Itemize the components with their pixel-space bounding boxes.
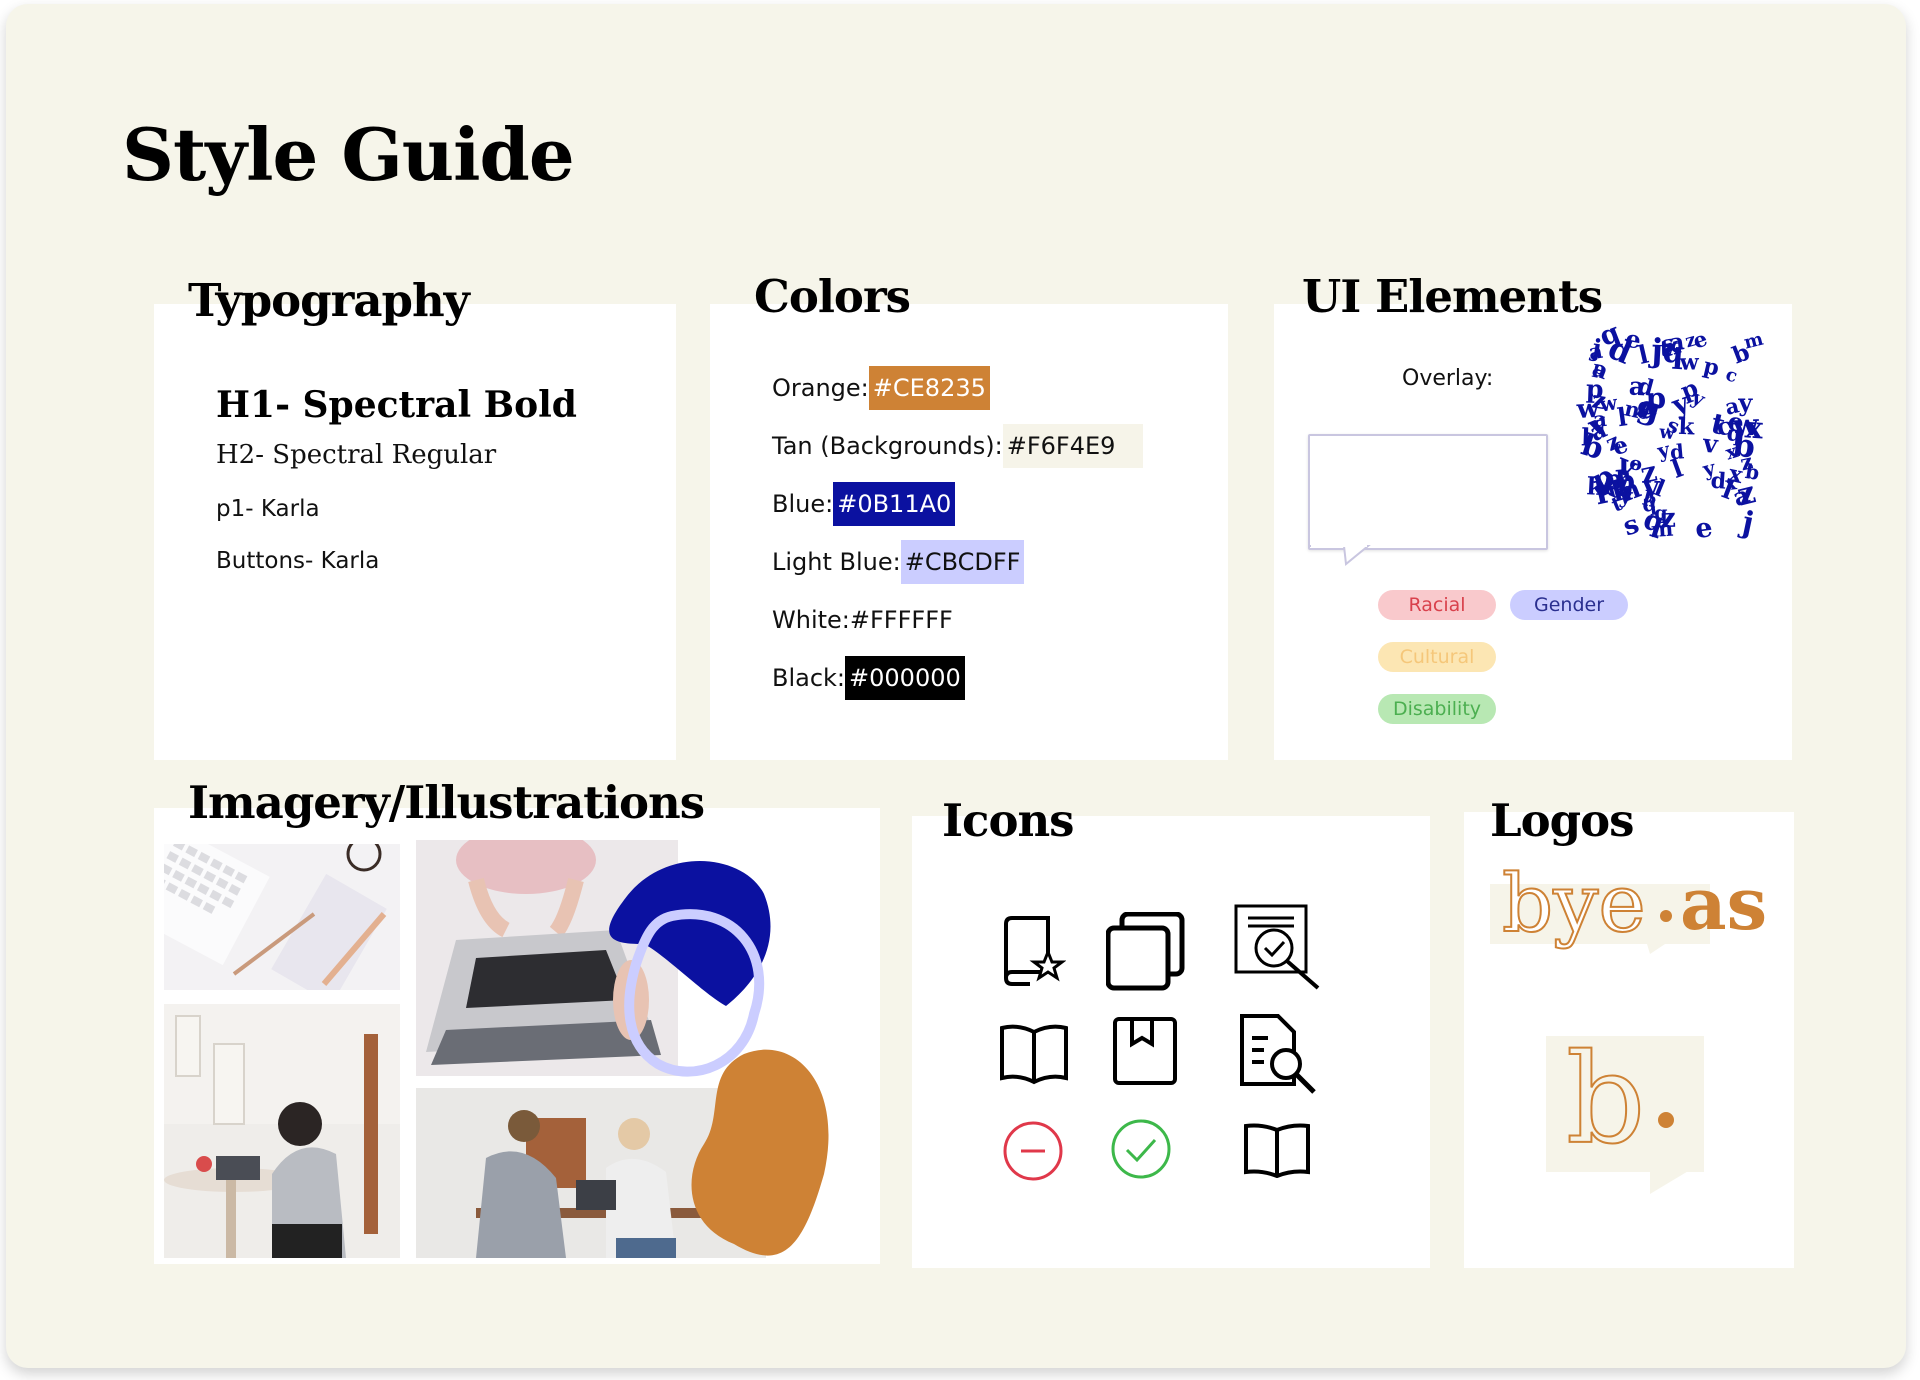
monogram-logo: b xyxy=(1546,1029,1706,1196)
white-swatch: #FFFFFF xyxy=(849,598,957,642)
color-label: White: xyxy=(772,606,850,634)
tag-disability[interactable]: Disability xyxy=(1378,694,1496,724)
style-guide-board: Style Guide H1- Spectral Bold H2- Spectr… xyxy=(6,4,1906,1368)
wordmark-dot xyxy=(1660,910,1672,922)
color-row-black: Black: #000000 xyxy=(772,656,965,700)
tag-gender[interactable]: Gender xyxy=(1510,590,1628,620)
svg-text:p: p xyxy=(1701,353,1722,382)
svg-text:l: l xyxy=(1635,340,1651,370)
tan-swatch: #F6F4E9 xyxy=(1002,424,1144,468)
svg-text:w: w xyxy=(1679,349,1700,375)
svg-text:s: s xyxy=(1620,509,1643,542)
color-label: Light Blue: xyxy=(772,548,901,576)
copy-icon xyxy=(1106,912,1185,991)
color-row-blue: Blue: #0B11A0 xyxy=(772,482,956,526)
color-row-orange: Orange: #CE8235 xyxy=(772,366,990,410)
colors-card: Orange: #CE8235 Tan (Backgrounds): #F6F4E9… xyxy=(710,304,1228,760)
color-label: Tan (Backgrounds): xyxy=(772,432,1003,460)
book-icon xyxy=(1244,1123,1310,1178)
svg-text:m: m xyxy=(1742,329,1766,354)
overlay-label: Overlay: xyxy=(1402,366,1494,391)
color-row-white: White:#FFFFFF xyxy=(772,598,957,642)
imagery-heading: Imagery/Illustrations xyxy=(188,776,705,829)
typography-h1-sample: H1- Spectral Bold xyxy=(216,384,577,426)
colors-heading: Colors xyxy=(754,270,911,323)
typography-card: H1- Spectral Bold H2- Spectral Regular p… xyxy=(154,304,676,760)
overlay-tail-icon xyxy=(1310,544,1371,566)
check-circle-icon xyxy=(1111,1119,1171,1179)
logos-card: bye as b xyxy=(1464,812,1794,1268)
abstract-blobs-graphic xyxy=(609,860,829,1256)
svg-text:l: l xyxy=(1581,422,1591,451)
light-blue-swatch: #CBCDFF xyxy=(900,540,1025,584)
page-title: Style Guide xyxy=(122,112,575,197)
document-search-icon xyxy=(1234,904,1320,990)
svg-text:w: w xyxy=(1657,422,1676,445)
typography-buttons-sample: Buttons- Karla xyxy=(216,548,380,574)
typography-p1-sample: p1- Karla xyxy=(216,496,320,522)
color-row-light-blue: Light Blue: #CBCDFF xyxy=(772,540,1025,584)
file-search-icon xyxy=(1240,1014,1316,1094)
overlay-box xyxy=(1308,434,1548,550)
letter-scatter-graphic: yqnndmyecqyjycpjazwxlptbtdqalpakszebjy x b… xyxy=(1575,326,1766,545)
blue-swatch: #0B11A0 xyxy=(833,482,956,526)
wordmark-part-2: as xyxy=(1680,861,1768,946)
minus-circle-icon xyxy=(1003,1121,1063,1181)
imagery-card xyxy=(154,808,880,1264)
monogram-dot xyxy=(1658,1112,1674,1128)
tag-cultural[interactable]: Cultural xyxy=(1378,642,1496,672)
monogram-letter: b xyxy=(1565,1028,1646,1172)
book-star-icon xyxy=(1003,916,1066,986)
wordmark-logo: bye as xyxy=(1484,857,1784,956)
orange-swatch: #CE8235 xyxy=(868,366,990,410)
bookmark-icon xyxy=(1113,1017,1177,1085)
icons-heading: Icons xyxy=(942,794,1075,847)
logos-heading: Logos xyxy=(1490,794,1634,847)
ui-elements-card: Overlay: yqnndmyecqyjycpjazwxlptbtdqalpa… xyxy=(1274,304,1792,760)
typography-heading: Typography xyxy=(188,274,470,327)
photo-desk-keyboard xyxy=(164,844,400,990)
ui-elements-heading: UI Elements xyxy=(1302,270,1603,323)
open-book-icon xyxy=(1000,1024,1068,1085)
tag-racial[interactable]: Racial xyxy=(1378,590,1496,620)
color-label: Blue: xyxy=(772,490,834,518)
svg-text:p: p xyxy=(1645,381,1666,416)
color-row-tan: Tan (Backgrounds): #F6F4E9 xyxy=(772,424,1144,468)
wordmark-part-1: bye xyxy=(1501,857,1647,950)
svg-text:e: e xyxy=(1693,512,1714,545)
photo-woman-laptop xyxy=(164,1004,400,1258)
black-swatch: #000000 xyxy=(845,656,965,700)
typography-h2-sample: H2- Spectral Regular xyxy=(216,440,497,470)
color-label: Orange: xyxy=(772,374,869,402)
svg-text:b: b xyxy=(1615,465,1637,498)
color-label: Black: xyxy=(772,664,846,692)
svg-text:a: a xyxy=(1628,372,1646,402)
icons-card xyxy=(912,816,1430,1268)
